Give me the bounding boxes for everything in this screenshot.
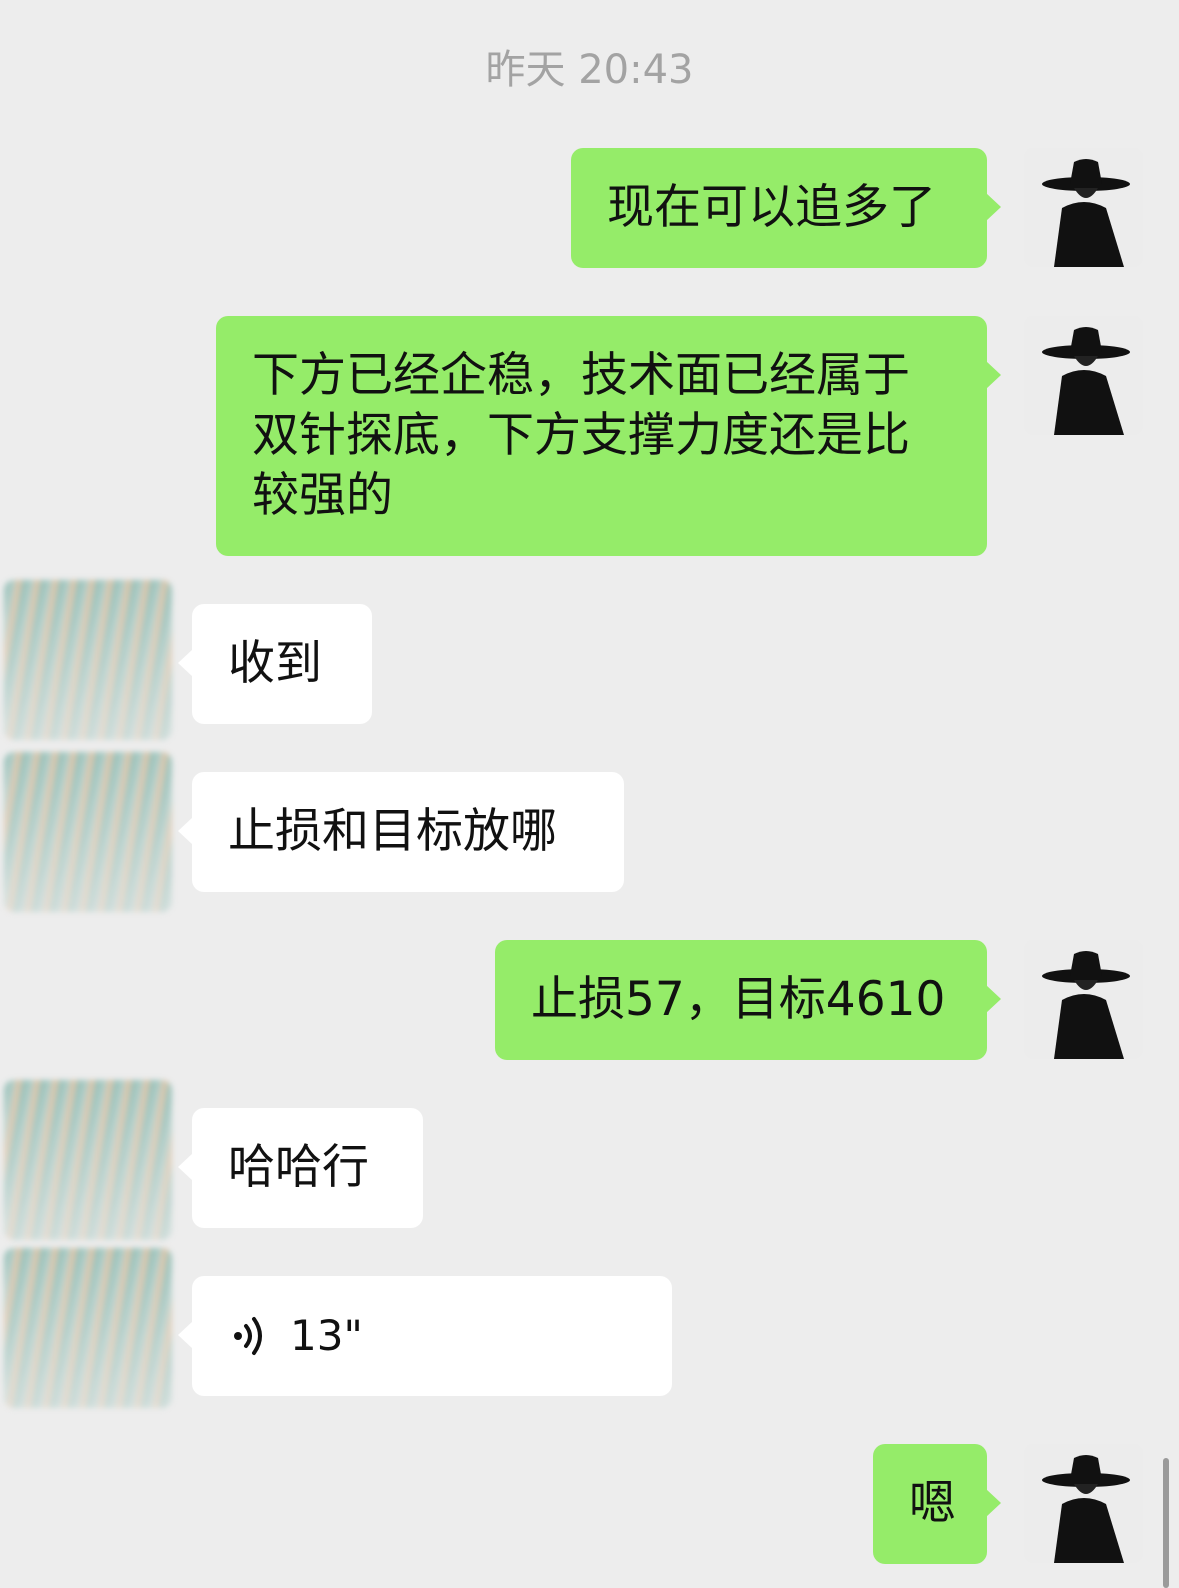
self-avatar[interactable] [1024, 940, 1143, 1059]
message-text: 哈哈行 [228, 1140, 369, 1195]
voice-wave-icon [234, 1317, 262, 1355]
hat-silhouette-avatar-icon [1024, 1444, 1143, 1563]
message-text: 嗯 [909, 1476, 956, 1531]
outgoing-message-bubble[interactable]: 嗯 [873, 1444, 1001, 1564]
message-text: 现在可以追多了 [607, 180, 936, 235]
message-text: 止损57，目标4610 [531, 972, 946, 1027]
other-avatar[interactable] [4, 1080, 172, 1240]
self-avatar[interactable] [1024, 316, 1143, 435]
scrollbar[interactable] [1163, 1458, 1169, 1588]
outgoing-message-bubble[interactable]: 止损57，目标4610 [495, 940, 1001, 1060]
message-text: 下方已经企稳，技术面已经属于双针探底，下方支撑力度还是比较强的 [252, 348, 910, 523]
voice-message-bubble[interactable]: 13" [178, 1276, 672, 1396]
voice-duration: 13" [290, 1311, 363, 1360]
outgoing-message-bubble[interactable]: 下方已经企稳，技术面已经属于双针探底，下方支撑力度还是比较强的 [216, 316, 1001, 556]
self-avatar[interactable] [1024, 1444, 1143, 1563]
hat-silhouette-avatar-icon [1024, 940, 1143, 1059]
outgoing-message-bubble[interactable]: 现在可以追多了 [571, 148, 1001, 268]
message-text: 止损和目标放哪 [228, 804, 557, 859]
incoming-message-bubble[interactable]: 止损和目标放哪 [178, 772, 624, 892]
other-avatar[interactable] [4, 1248, 172, 1408]
incoming-message-bubble[interactable]: 收到 [178, 604, 372, 724]
other-avatar[interactable] [4, 752, 172, 912]
chat-view: 昨天 20:43 现在可以追多了 下方已经企稳，技术面已经属于双针探底，下方支撑… [0, 0, 1179, 1588]
voice-message-content: 13" [228, 1306, 636, 1366]
incoming-message-bubble[interactable]: 哈哈行 [178, 1108, 423, 1228]
other-avatar[interactable] [4, 580, 172, 740]
message-timestamp: 昨天 20:43 [485, 47, 694, 93]
hat-silhouette-avatar-icon [1024, 148, 1143, 267]
self-avatar[interactable] [1024, 148, 1143, 267]
message-text: 收到 [228, 636, 322, 691]
hat-silhouette-avatar-icon [1024, 316, 1143, 435]
